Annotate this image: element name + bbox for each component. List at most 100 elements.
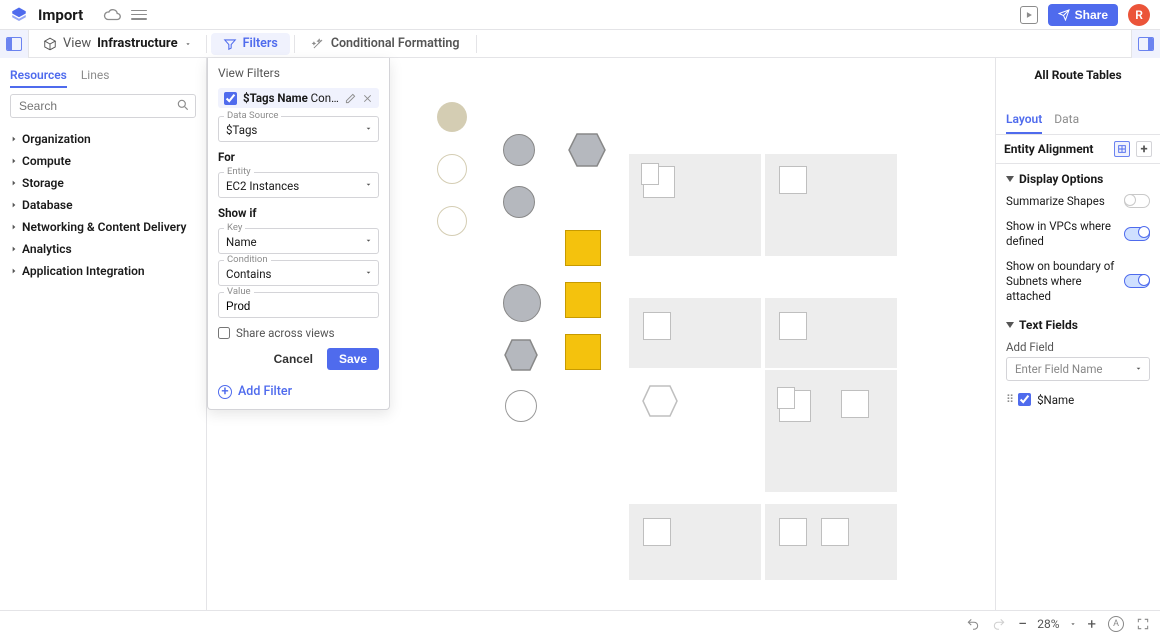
tree-item[interactable]: Organization xyxy=(8,128,198,150)
route-table-icon[interactable] xyxy=(643,166,675,198)
left-sidebar: Resources Lines Organization Compute Sto… xyxy=(0,58,207,610)
save-button[interactable]: Save xyxy=(327,348,379,370)
tab-lines[interactable]: Lines xyxy=(81,64,110,88)
tab-layout[interactable]: Layout xyxy=(1006,106,1042,134)
user-avatar[interactable]: R xyxy=(1128,4,1150,26)
filter-enabled-checkbox[interactable] xyxy=(224,92,237,105)
sidebar-tabs: Resources Lines xyxy=(0,58,206,88)
shape-square[interactable] xyxy=(565,334,601,370)
display-options-header[interactable]: Display Options xyxy=(996,164,1160,190)
filters-button[interactable]: Filters xyxy=(211,33,290,55)
shape-circle[interactable] xyxy=(503,284,541,322)
route-table-icon[interactable] xyxy=(779,166,807,194)
view-word: View xyxy=(63,36,91,51)
search-input[interactable] xyxy=(10,94,196,118)
route-table-icon[interactable] xyxy=(841,390,869,418)
drag-handle-icon[interactable]: ⠿ xyxy=(1006,393,1012,406)
cancel-button[interactable]: Cancel xyxy=(268,351,319,367)
canvas-region[interactable] xyxy=(765,154,897,256)
field-enabled-checkbox[interactable] xyxy=(1018,393,1031,406)
text-fields-header[interactable]: Text Fields xyxy=(996,310,1160,336)
route-table-icon[interactable] xyxy=(821,518,849,546)
right-panel-toggle[interactable] xyxy=(1131,30,1160,58)
route-table-icon[interactable] xyxy=(779,390,811,422)
accessibility-icon[interactable]: A xyxy=(1108,616,1124,632)
tree-item[interactable]: Analytics xyxy=(8,238,198,260)
shape-square[interactable] xyxy=(565,230,601,266)
add-filter-button[interactable]: + Add Filter xyxy=(218,378,379,399)
conditional-formatting-button[interactable]: Conditional Formatting xyxy=(299,33,472,55)
add-alignment-icon[interactable]: + xyxy=(1136,141,1152,157)
share-across-views[interactable]: Share across views xyxy=(218,326,379,340)
tree-item[interactable]: Application Integration xyxy=(8,260,198,282)
toggle-show-vpcs[interactable]: ✓ xyxy=(1124,227,1150,241)
search-input-wrap xyxy=(10,94,196,118)
shape-circle[interactable] xyxy=(505,390,537,422)
menu-icon[interactable] xyxy=(131,10,147,20)
shape-circle[interactable] xyxy=(437,206,467,236)
shape-hexagon[interactable] xyxy=(567,132,607,168)
selection-title: All Route Tables xyxy=(996,58,1160,106)
canvas-region[interactable] xyxy=(629,298,761,368)
right-tabs: Layout Data xyxy=(996,106,1160,135)
zoom-out-button[interactable]: − xyxy=(1018,614,1027,633)
close-icon[interactable] xyxy=(362,93,373,104)
route-table-icon[interactable] xyxy=(643,312,671,340)
present-icon[interactable] xyxy=(1020,6,1038,24)
shape-square[interactable] xyxy=(565,282,601,318)
tree-item[interactable]: Storage xyxy=(8,172,198,194)
entity-select[interactable]: Entity EC2 Instances xyxy=(218,172,379,198)
shape-circle[interactable] xyxy=(503,134,535,166)
redo-icon[interactable] xyxy=(992,617,1006,631)
route-table-icon[interactable] xyxy=(779,312,807,340)
resource-tree: Organization Compute Storage Database Ne… xyxy=(0,124,206,286)
add-field-label: Add Field xyxy=(1006,340,1150,357)
toggle-summarize[interactable]: ✕ xyxy=(1124,194,1150,208)
shape-circle[interactable] xyxy=(437,154,467,184)
popover-title: View Filters xyxy=(218,66,379,80)
cloud-sync-icon[interactable] xyxy=(103,6,121,24)
text-field-row[interactable]: ⠿ $Name xyxy=(996,389,1160,411)
tree-item[interactable]: Database xyxy=(8,194,198,216)
tree-item[interactable]: Networking & Content Delivery xyxy=(8,216,198,238)
zoom-in-button[interactable]: + xyxy=(1087,615,1096,633)
opt-summarize-shapes: Summarize Shapes ✕ xyxy=(996,190,1160,215)
shape-hexagon[interactable] xyxy=(503,338,539,372)
top-bar: Import Share R xyxy=(0,0,1160,30)
canvas-region[interactable] xyxy=(629,154,761,256)
document-title[interactable]: Import xyxy=(38,6,83,24)
chevron-down-icon xyxy=(184,40,192,48)
tab-resources[interactable]: Resources xyxy=(10,64,67,88)
canvas-region[interactable] xyxy=(629,504,761,580)
left-panel-toggle[interactable] xyxy=(0,30,29,58)
add-field-select[interactable]: Enter Field Name xyxy=(1006,357,1150,381)
route-table-icon[interactable] xyxy=(779,518,807,546)
active-filter-chip[interactable]: $Tags Name Contains Prod xyxy=(218,88,379,108)
share-checkbox[interactable] xyxy=(218,327,230,339)
canvas-region[interactable] xyxy=(765,298,897,368)
entity-alignment-header: Entity Alignment + xyxy=(996,135,1160,164)
grid-align-icon[interactable] xyxy=(1114,141,1130,157)
canvas-region[interactable] xyxy=(765,370,897,492)
tab-data[interactable]: Data xyxy=(1054,106,1079,134)
shape-circle[interactable] xyxy=(503,186,535,218)
chevron-down-icon[interactable] xyxy=(1069,620,1077,628)
tree-item[interactable]: Compute xyxy=(8,150,198,172)
plus-circle-icon: + xyxy=(218,385,232,399)
view-switcher[interactable]: View Infrastructure xyxy=(29,30,206,58)
shape-hexagon[interactable] xyxy=(641,384,679,418)
toggle-show-boundary[interactable]: ✓ xyxy=(1124,274,1150,288)
zoom-controls: − 28% + xyxy=(1018,614,1096,633)
canvas-region[interactable] xyxy=(765,504,897,580)
share-button[interactable]: Share xyxy=(1048,4,1118,26)
condition-select[interactable]: Condition Contains xyxy=(218,260,379,286)
fullscreen-icon[interactable] xyxy=(1136,617,1150,631)
key-select[interactable]: Key Name xyxy=(218,228,379,254)
edit-icon[interactable] xyxy=(345,93,356,104)
shape-circle[interactable] xyxy=(437,102,467,132)
filters-popover: View Filters $Tags Name Contains Prod Da… xyxy=(207,58,390,410)
data-source-select[interactable]: Data Source $Tags xyxy=(218,116,379,142)
undo-icon[interactable] xyxy=(966,617,980,631)
route-table-icon[interactable] xyxy=(643,518,671,546)
zoom-level[interactable]: 28% xyxy=(1037,617,1059,631)
